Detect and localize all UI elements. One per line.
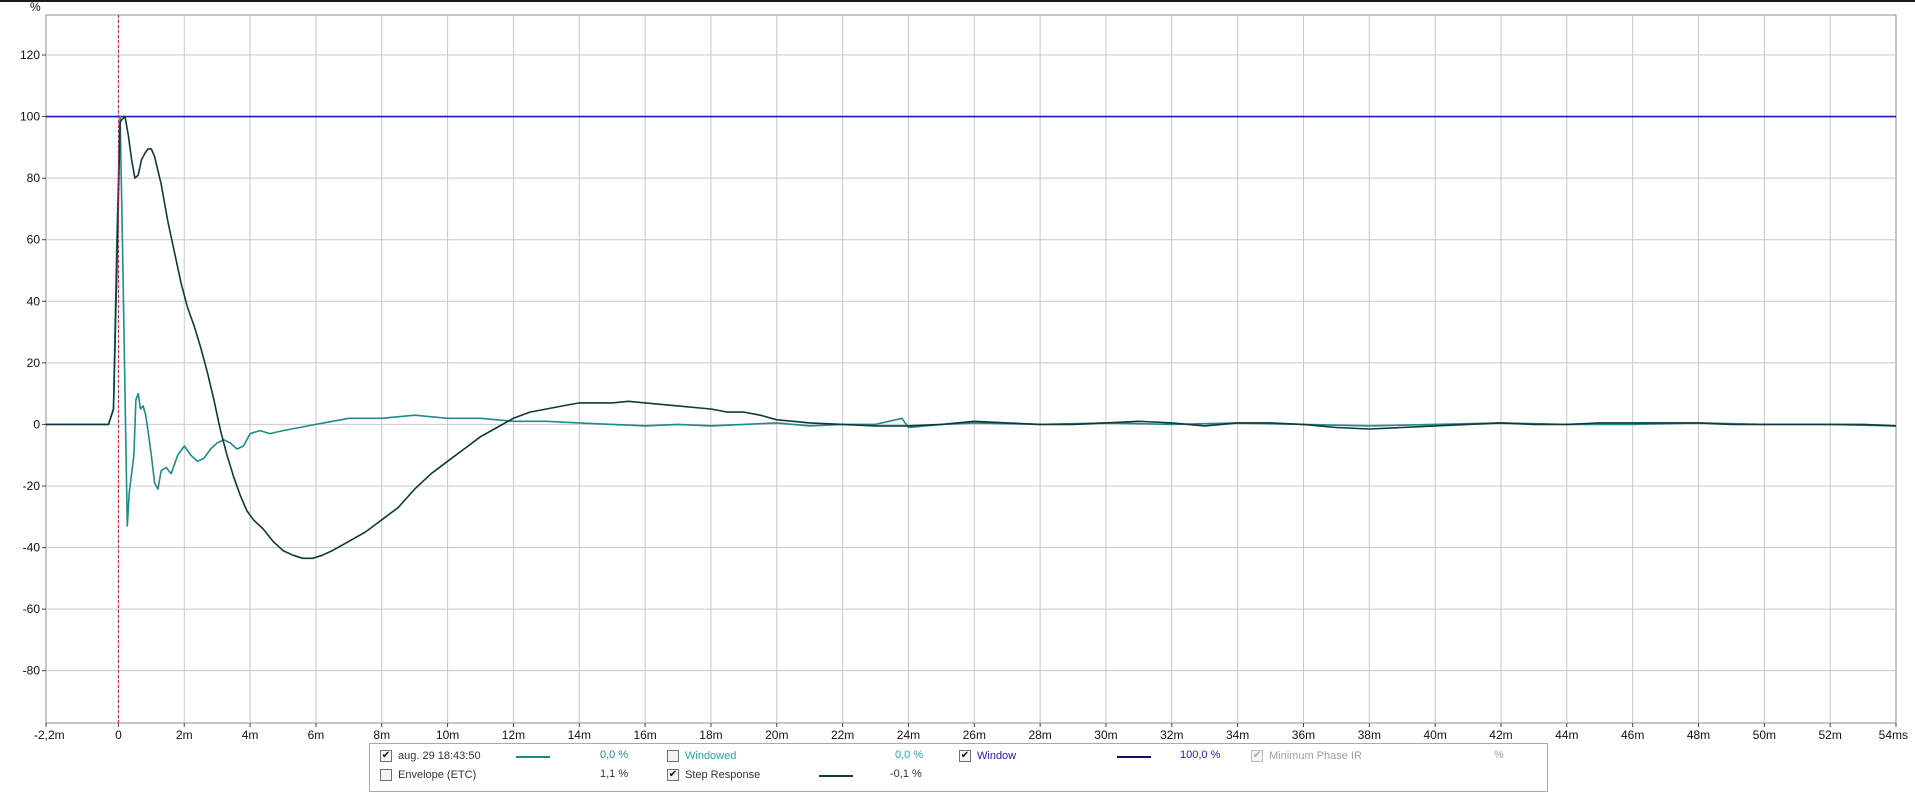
legend-checkbox-envelope-etc[interactable] — [380, 769, 392, 781]
x-tick-label: 10m — [436, 728, 459, 742]
plot-background — [45, 14, 1897, 724]
impulse-response-chart[interactable]: -2,2m 0 2m 4m 6m 8m 10m 12m 14m 16m 18m 20m 22m 24m 26… — [0, 0, 1915, 742]
y-tick-label: 120 — [20, 48, 40, 62]
legend-label: Window — [977, 750, 1017, 762]
x-tick-label: 12m — [502, 728, 525, 742]
x-tick-label: 48m — [1687, 728, 1710, 742]
x-tick-label: 4m — [242, 728, 259, 742]
y-axis-unit-label: % — [30, 0, 41, 14]
y-tick-label: 0 — [33, 417, 40, 431]
legend-value-envelope-etc: 1,1 % — [600, 768, 629, 780]
y-tick-label: 20 — [27, 356, 41, 370]
y-tick-label: 60 — [27, 233, 41, 247]
legend-item-minimum-phase-ir[interactable]: ✔ Minimum Phase IR — [1251, 747, 1362, 765]
legend-label: Minimum Phase IR — [1269, 750, 1362, 762]
x-tick-label: 26m — [963, 728, 986, 742]
legend-item-aug-29-18-43-50[interactable]: ✔ aug. 29 18:43:50 — [380, 747, 481, 765]
x-axis-ticks: -2,2m 0 2m 4m 6m 8m 10m 12m 14m 16m 18m 20m 22m 24m 26… — [34, 723, 1908, 742]
x-tick-label: 20m — [765, 728, 788, 742]
y-tick-label: 100 — [20, 110, 40, 124]
legend-value-step-response: -0,1 % — [890, 768, 922, 780]
legend-label: Step Response — [685, 769, 761, 781]
x-tick-label: 14m — [568, 728, 591, 742]
x-tick-label: 54ms — [1879, 728, 1908, 742]
x-tick-label: 36m — [1292, 728, 1315, 742]
x-tick-label: 40m — [1423, 728, 1446, 742]
legend-checkbox-aug-29-18-43-50[interactable]: ✔ — [380, 750, 392, 762]
x-tick-label: 50m — [1753, 728, 1776, 742]
legend-item-window[interactable]: ✔ Window — [959, 747, 1016, 765]
x-tick-label: 38m — [1358, 728, 1381, 742]
x-tick-label: 44m — [1555, 728, 1578, 742]
legend-checkbox-minimum-phase-ir: ✔ — [1251, 750, 1263, 762]
x-tick-label: 30m — [1094, 728, 1117, 742]
legend-checkbox-window[interactable]: ✔ — [959, 750, 971, 762]
legend-value-window: 100,0 % — [1180, 749, 1221, 761]
x-tick-label: 6m — [308, 728, 325, 742]
y-tick-label: -80 — [23, 664, 41, 678]
y-tick-label: -20 — [23, 479, 41, 493]
legend-value-windowed: 0,0 % — [895, 749, 924, 761]
x-tick-label: -2,2m — [34, 728, 65, 742]
legend-panel: ✔ aug. 29 18:43:50 0,0 % Windowed 0,0 % ✔ Wind… — [369, 743, 1548, 792]
legend-item-step-response[interactable]: ✔ Step Response — [667, 766, 760, 784]
x-tick-label: 18m — [699, 728, 722, 742]
legend-checkbox-windowed[interactable] — [667, 750, 679, 762]
x-tick-label: 32m — [1160, 728, 1183, 742]
y-tick-label: -60 — [23, 602, 41, 616]
legend-label: Envelope (ETC) — [398, 769, 477, 781]
legend-value-aug-29-18-43-50: 0,0 % — [600, 749, 629, 761]
legend-value-minimum-phase-ir: % — [1494, 749, 1504, 761]
x-tick-label: 2m — [176, 728, 193, 742]
y-tick-label: 80 — [27, 171, 41, 185]
legend-checkbox-step-response[interactable]: ✔ — [667, 769, 679, 781]
legend-label: Windowed — [685, 750, 737, 762]
x-tick-label: 16m — [633, 728, 656, 742]
x-tick-label: 28m — [1028, 728, 1051, 742]
x-tick-label: 0 — [115, 728, 122, 742]
legend-swatch-window — [1117, 756, 1151, 758]
x-tick-label: 8m — [373, 728, 390, 742]
y-tick-label: 40 — [27, 294, 41, 308]
y-axis-ticks: 120 100 80 60 40 20 0 -20 -40 -60 -80 — [20, 48, 46, 678]
x-tick-label: 24m — [897, 728, 920, 742]
legend-item-windowed[interactable]: Windowed — [667, 747, 736, 765]
y-tick-label: -40 — [23, 541, 41, 555]
legend-label: aug. 29 18:43:50 — [398, 750, 481, 762]
x-tick-label: 42m — [1489, 728, 1512, 742]
x-tick-label: 34m — [1226, 728, 1249, 742]
legend-swatch-step-response — [819, 775, 853, 777]
legend-item-envelope-etc[interactable]: Envelope (ETC) — [380, 766, 476, 784]
x-tick-label: 22m — [831, 728, 854, 742]
x-tick-label: 52m — [1818, 728, 1841, 742]
legend-swatch-aug-29-18-43-50 — [516, 756, 550, 758]
x-tick-label: 46m — [1621, 728, 1644, 742]
